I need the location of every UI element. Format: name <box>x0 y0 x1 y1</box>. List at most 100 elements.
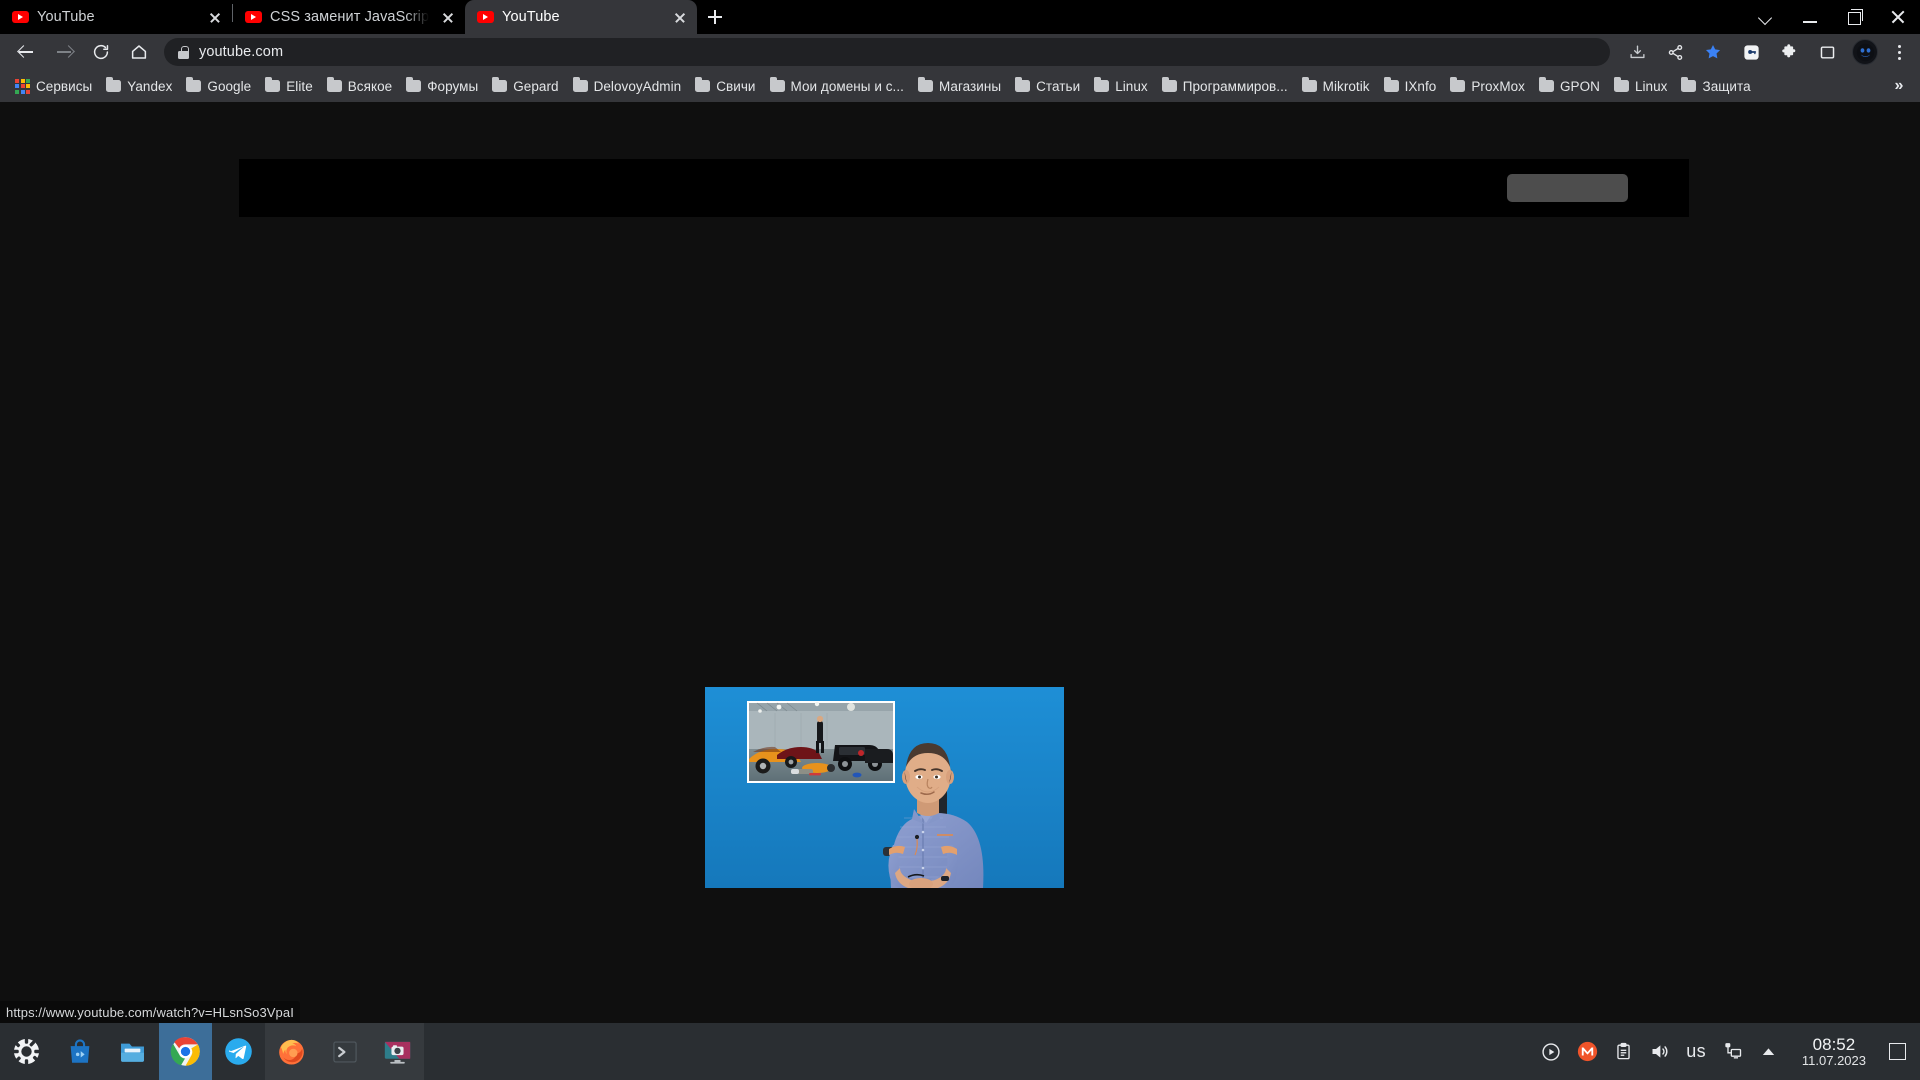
folder-icon <box>1613 77 1629 92</box>
browser-tab-2[interactable]: CSS заменит JavaScript? WTF <box>233 0 465 34</box>
bookmark-label: Свичи <box>716 78 756 94</box>
folder-icon <box>1383 77 1399 92</box>
discover-store[interactable] <box>53 1023 106 1080</box>
bookmark-label: GPON <box>1559 78 1600 94</box>
browser-window: YouTube CSS заменит JavaScript? WTF YouT… <box>0 0 1920 1080</box>
bookmark-item[interactable]: Gepard <box>485 76 565 97</box>
folder-icon <box>265 77 281 92</box>
extensions-puzzle-icon[interactable] <box>1773 36 1805 68</box>
bookmark-label: Yandex <box>127 78 173 94</box>
home-icon[interactable] <box>122 35 156 69</box>
tab-title: YouTube <box>37 9 95 25</box>
taskbar: us 08:52 11.07.2023 <box>0 1023 1920 1080</box>
system-tray: us 08:52 11.07.2023 <box>1534 1023 1920 1080</box>
volume-icon[interactable] <box>1642 1023 1676 1080</box>
share-icon[interactable] <box>1659 36 1691 68</box>
kde-gear-icon <box>12 1037 41 1066</box>
tab-strip: YouTube CSS заменит JavaScript? WTF YouT… <box>0 0 1920 34</box>
telegram[interactable] <box>212 1023 265 1080</box>
application-launcher[interactable] <box>0 1023 53 1080</box>
file-manager[interactable] <box>106 1023 159 1080</box>
password-manager-icon[interactable] <box>1735 36 1767 68</box>
tab-close-icon[interactable] <box>669 6 691 28</box>
profile-avatar[interactable] <box>1849 36 1881 68</box>
bookmark-item[interactable]: Форумы <box>399 76 485 97</box>
minimize-icon[interactable] <box>1788 0 1832 34</box>
bookmark-item[interactable]: ProxMox <box>1443 76 1532 97</box>
folder-icon <box>106 77 122 92</box>
chrome-icon <box>170 1037 200 1066</box>
tab-close-icon[interactable] <box>437 6 459 28</box>
reload-icon[interactable] <box>84 35 118 69</box>
folder-icon <box>572 77 588 92</box>
bookmark-item[interactable]: Программиров... <box>1155 76 1295 97</box>
bookmark-item[interactable]: IXnfo <box>1377 76 1444 97</box>
tab-search-icon[interactable] <box>1744 0 1788 34</box>
clock-date: 11.07.2023 <box>1801 1052 1866 1068</box>
folder-icon <box>406 77 422 92</box>
three-dot-menu-icon[interactable] <box>1884 36 1914 68</box>
bookmark-label: Мои домены и с... <box>790 78 904 94</box>
telegram-icon <box>225 1038 252 1065</box>
bookmark-item[interactable]: Yandex <box>99 76 179 97</box>
firefox[interactable] <box>265 1023 318 1080</box>
bookmark-item[interactable]: Всякое <box>320 76 399 97</box>
bookmark-label: DelovoyAdmin <box>593 78 682 94</box>
folder-icon <box>326 77 342 92</box>
terminal[interactable] <box>318 1023 371 1080</box>
clock-time: 08:52 <box>1812 1034 1856 1054</box>
network-icon[interactable] <box>1716 1023 1750 1080</box>
youtube-masthead <box>239 159 1689 217</box>
bookmark-item[interactable]: Свичи <box>688 76 762 97</box>
back-arrow-icon[interactable] <box>8 35 42 69</box>
bookmark-apps-shortcut[interactable]: Сервисы <box>8 76 99 97</box>
close-icon[interactable] <box>1876 0 1920 34</box>
bookmark-item[interactable]: Linux <box>1087 76 1155 97</box>
new-tab-button[interactable] <box>697 0 731 34</box>
bookmark-item[interactable]: Google <box>179 76 258 97</box>
mega-icon[interactable] <box>1570 1023 1604 1080</box>
bookmark-label: ProxMox <box>1471 78 1525 94</box>
bookmark-item[interactable]: GPON <box>1532 76 1607 97</box>
bookmarks-overflow-icon[interactable]: » <box>1886 73 1912 99</box>
show-desktop-icon[interactable] <box>1882 1023 1912 1080</box>
tab-close-icon[interactable] <box>204 6 226 28</box>
window-controls <box>1744 0 1920 34</box>
keyboard-layout-indicator[interactable]: us <box>1678 1041 1714 1062</box>
video-thumbnail[interactable] <box>705 687 1064 888</box>
bookmark-item[interactable]: DelovoyAdmin <box>566 76 689 97</box>
bookmark-item[interactable]: Elite <box>258 76 320 97</box>
bookmark-item[interactable]: Mikrotik <box>1295 76 1377 97</box>
google-chrome[interactable] <box>159 1023 212 1080</box>
install-app-icon[interactable] <box>1621 36 1653 68</box>
screenshot-tool[interactable] <box>371 1023 424 1080</box>
clipboard-icon[interactable] <box>1606 1023 1640 1080</box>
apps-grid-icon <box>15 78 30 94</box>
bookmark-label: Gepard <box>513 78 559 94</box>
bookmark-item[interactable]: Магазины <box>911 76 1008 97</box>
bookmark-star-icon[interactable] <box>1697 36 1729 68</box>
folder-icon <box>1015 77 1031 92</box>
tab-title: YouTube <box>502 9 560 25</box>
firefox-icon <box>279 1039 304 1065</box>
bookmark-label: Google <box>207 78 252 94</box>
folder-icon <box>695 77 711 92</box>
bookmark-label: Elite <box>286 78 313 94</box>
bookmark-label: Форумы <box>427 78 479 94</box>
bookmark-item[interactable]: Защита <box>1674 76 1757 97</box>
forward-arrow-icon[interactable] <box>46 35 80 69</box>
folder-icon <box>492 77 508 92</box>
folder-icon <box>1681 77 1697 92</box>
browser-tab-1[interactable]: YouTube <box>0 0 232 34</box>
browser-tab-3[interactable]: YouTube <box>465 0 697 34</box>
side-panel-icon[interactable] <box>1811 36 1843 68</box>
bookmark-item[interactable]: Мои домены и с... <box>763 76 911 97</box>
clock[interactable]: 08:52 11.07.2023 <box>1788 1035 1880 1069</box>
address-bar[interactable]: youtube.com <box>164 38 1610 66</box>
bookmark-item[interactable]: Linux <box>1607 76 1675 97</box>
maximize-icon[interactable] <box>1832 0 1876 34</box>
media-player-icon[interactable] <box>1534 1023 1568 1080</box>
bookmark-label: Linux <box>1634 78 1668 94</box>
bookmark-item[interactable]: Статьи <box>1008 76 1087 97</box>
show-hidden-arrow-icon[interactable] <box>1752 1023 1786 1080</box>
